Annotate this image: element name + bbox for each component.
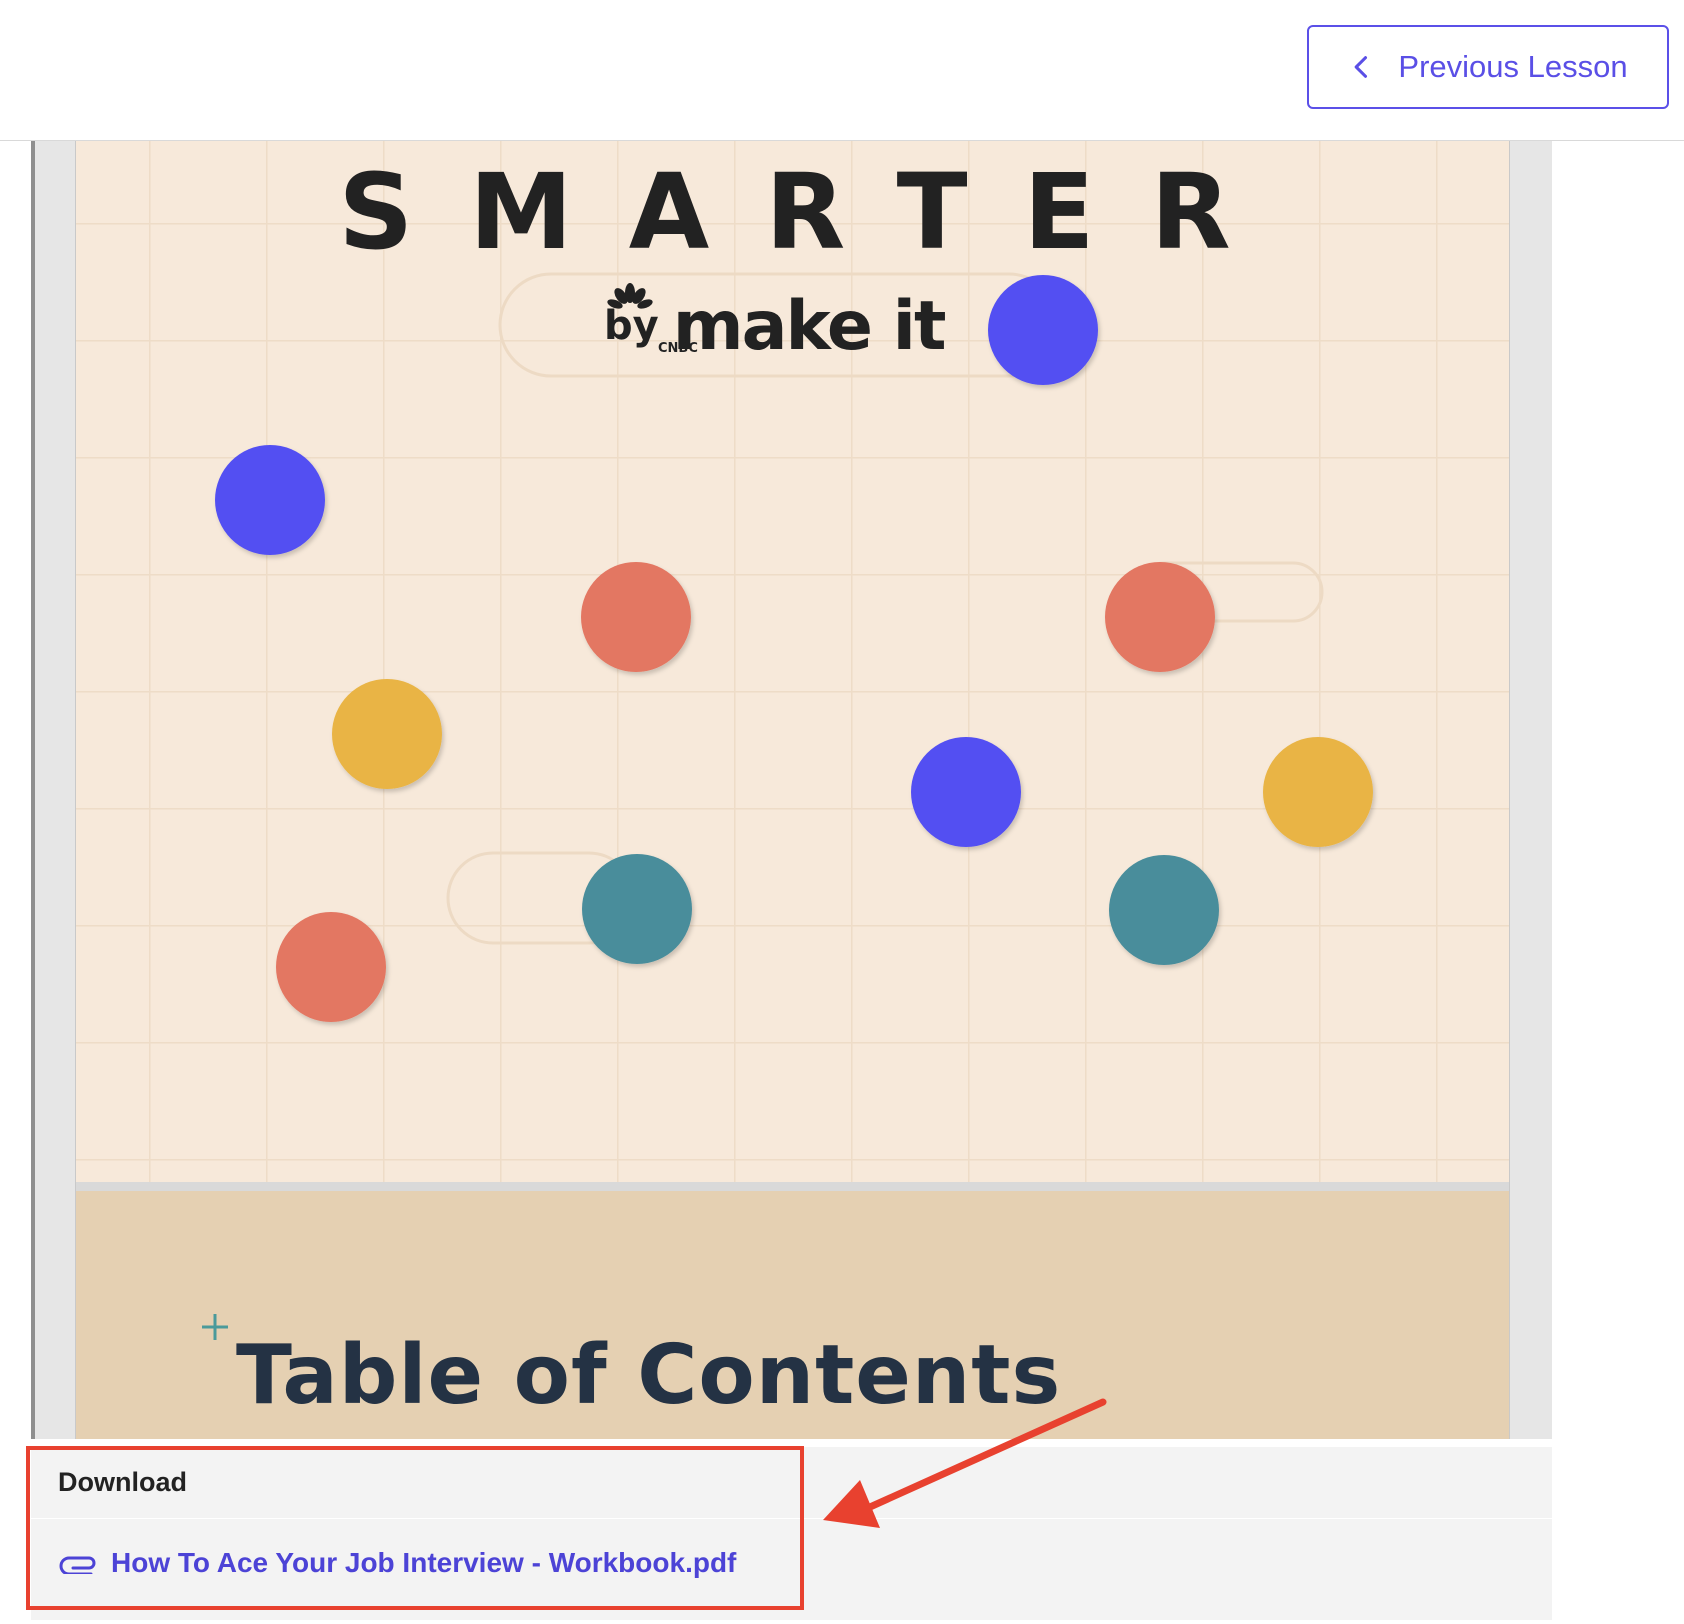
viewer-border	[31, 141, 35, 1439]
cover-dot-yellow	[332, 679, 442, 789]
toc-title: Table of Contents	[236, 1328, 1062, 1423]
cover-dot-coral	[1105, 562, 1215, 672]
brand-subtitle: by CNBC make it	[604, 281, 947, 371]
cover-dot-teal	[1109, 855, 1219, 965]
cover-artwork: SMARTER by CNBC make it	[76, 141, 1509, 1182]
cover-dot-blue	[988, 275, 1098, 385]
previous-lesson-button[interactable]: Previous Lesson	[1307, 25, 1669, 109]
paperclip-icon	[59, 1556, 96, 1574]
cover-dot-blue	[911, 737, 1021, 847]
page-divider	[76, 1182, 1509, 1191]
brand-name: make it	[672, 286, 947, 366]
top-bar: Previous Lesson	[0, 0, 1684, 141]
download-header: Download	[31, 1447, 1552, 1519]
download-label: Download	[58, 1467, 187, 1497]
cover-dot-teal	[582, 854, 692, 964]
brand-title: SMARTER	[338, 151, 1287, 273]
pdf-viewer[interactable]: SMARTER by CNBC make it Table of Content…	[31, 141, 1552, 1439]
download-file-name: How To Ace Your Job Interview - Workbook…	[111, 1547, 737, 1578]
cover-dot-coral	[276, 912, 386, 1022]
previous-lesson-label: Previous Lesson	[1398, 49, 1628, 84]
brand-network: CNBC	[658, 341, 698, 356]
plus-icon	[202, 1314, 228, 1340]
pdf-page: SMARTER by CNBC make it Table of Content…	[75, 141, 1510, 1439]
download-panel: Download How To Ace Your Job Interview -…	[31, 1447, 1552, 1620]
cnbc-peacock-logo	[607, 283, 653, 309]
cover-dot-blue	[215, 445, 325, 555]
cover-dot-coral	[581, 562, 691, 672]
download-file-link[interactable]: How To Ace Your Job Interview - Workbook…	[59, 1547, 736, 1579]
table-of-contents-heading: Table of Contents	[198, 1314, 1062, 1426]
chevron-left-icon	[1355, 56, 1368, 78]
cover-dot-yellow	[1263, 737, 1373, 847]
